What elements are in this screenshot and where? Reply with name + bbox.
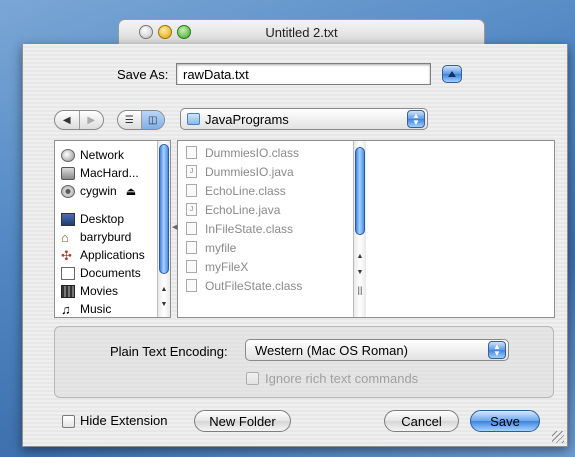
file-browser: DummiesIO.class J DummiesIO.java EchoLine… xyxy=(172,140,555,318)
popup-arrows-icon: ▲ ▼ xyxy=(488,341,506,359)
file-item[interactable]: InFileState.class xyxy=(186,219,293,238)
sidebar-item-barryburd[interactable]: ⌂ barryburd xyxy=(61,228,131,246)
sidebar-item-label: Movies xyxy=(80,284,119,298)
scroll-down-arrow-icon[interactable]: ▼ xyxy=(158,299,170,310)
file-item[interactable]: J DummiesIO.java xyxy=(186,162,294,181)
file-name: DummiesIO.class xyxy=(205,145,300,160)
file-column: DummiesIO.class J DummiesIO.java EchoLine… xyxy=(178,141,368,317)
encoding-popup[interactable]: Western (Mac OS Roman) ▲ ▼ xyxy=(245,339,509,361)
file-name: DummiesIO.java xyxy=(205,164,294,179)
file-name: myfile xyxy=(205,240,237,255)
popup-arrows-icon: ▲ ▼ xyxy=(407,110,425,128)
file-item[interactable]: EchoLine.class xyxy=(186,181,286,200)
class-file-icon xyxy=(186,279,197,292)
sidebar-item-machard[interactable]: MacHard... xyxy=(61,164,139,182)
sidebar-item-applications[interactable]: ✣ Applications xyxy=(61,246,145,264)
sidebar-item-label: Music xyxy=(80,302,112,316)
ignore-rich-text-label: Ignore rich text commands xyxy=(265,371,419,386)
file-item[interactable]: J EchoLine.java xyxy=(186,200,280,219)
sidebar-item-label: Network xyxy=(80,148,125,162)
sidebar-item-label: cygwin xyxy=(80,184,117,198)
hide-extension-label: Hide Extension xyxy=(80,413,168,428)
file-item[interactable]: DummiesIO.class xyxy=(186,143,299,162)
sidebar-scrollbar[interactable]: ▲ ▼ xyxy=(157,141,170,317)
desktop-icon xyxy=(61,212,75,226)
column-divider-arrow-icon: ◀ xyxy=(172,224,178,231)
documents-icon xyxy=(61,266,75,280)
encoding-options-box xyxy=(54,326,554,398)
sidebar-item-cygwin[interactable]: cygwin ⏏ xyxy=(61,182,136,200)
column-resize-handle-icon[interactable]: || xyxy=(354,285,366,296)
network-icon xyxy=(61,148,75,162)
java-file-icon: J xyxy=(186,203,197,216)
sidebar-panel: Network MacHard... cygwin ⏏ Desktop ⌂ ba… xyxy=(54,140,171,318)
triangle-up-icon xyxy=(448,71,456,77)
hide-extension-checkbox[interactable] xyxy=(62,415,75,428)
movies-icon xyxy=(61,284,75,298)
file-name: EchoLine.java xyxy=(205,202,281,217)
new-folder-button[interactable]: New Folder xyxy=(194,410,291,432)
file-scroll-thumb[interactable] xyxy=(355,147,365,235)
scroll-down-arrow-icon[interactable]: ▼ xyxy=(354,267,366,278)
sidebar-scroll-thumb[interactable] xyxy=(159,144,169,274)
class-file-icon xyxy=(186,222,197,235)
sidebar-item-label: MacHard... xyxy=(80,166,139,180)
sidebar-item-label: Documents xyxy=(80,266,141,280)
sidebar-item-label: Desktop xyxy=(80,212,125,226)
sidebar-item-network[interactable]: Network xyxy=(61,146,124,164)
view-mode-control[interactable]: ☰ ◫ xyxy=(117,110,165,130)
encoding-value: Western (Mac OS Roman) xyxy=(255,343,408,358)
class-file-icon xyxy=(186,184,197,197)
back-forward-control[interactable]: ◀ ▶ xyxy=(54,110,104,130)
window-titlebar: Untitled 2.txt xyxy=(118,19,485,46)
save-sheet: Save As: rawData.txt ◀ ▶ ☰ ◫ JavaProgram… xyxy=(22,44,568,447)
eject-icon[interactable]: ⏏ xyxy=(126,185,136,198)
file-name: OutFileState.class xyxy=(205,278,303,293)
scroll-up-arrow-icon[interactable]: ▲ xyxy=(158,284,170,295)
sidebar-item-documents[interactable]: Documents xyxy=(61,264,141,282)
save-as-field[interactable]: rawData.txt xyxy=(176,63,431,85)
music-icon: ♫ xyxy=(61,301,71,317)
hard-drive-icon xyxy=(61,166,75,180)
file-item[interactable]: myfile xyxy=(186,238,236,257)
scroll-up-arrow-icon[interactable]: ▲ xyxy=(354,251,366,262)
sidebar-item-movies[interactable]: Movies xyxy=(61,282,118,300)
file-name: myFileX xyxy=(205,259,249,274)
sidebar-item-desktop[interactable]: Desktop xyxy=(61,210,124,228)
location-popup[interactable]: JavaPrograms ▲ ▼ xyxy=(180,108,428,130)
file-name: EchoLine.class xyxy=(205,183,286,198)
class-file-icon xyxy=(186,146,197,159)
disk-icon xyxy=(61,184,75,198)
sidebar-item-label: Applications xyxy=(80,248,145,262)
cancel-button[interactable]: Cancel xyxy=(384,410,459,432)
file-item[interactable]: OutFileState.class xyxy=(186,276,302,295)
java-file-icon: J xyxy=(186,165,197,178)
back-arrow-icon[interactable]: ◀ xyxy=(55,111,79,129)
home-icon: ⌂ xyxy=(61,229,69,245)
document-file-icon xyxy=(186,241,197,254)
document-file-icon xyxy=(186,260,197,273)
save-as-label: Save As: xyxy=(117,67,169,82)
sidebar-item-music[interactable]: ♫ Music xyxy=(61,300,111,318)
folder-icon xyxy=(187,113,200,125)
applications-icon: ✣ xyxy=(61,247,72,263)
forward-arrow-icon[interactable]: ▶ xyxy=(78,111,104,129)
file-name: InFileState.class xyxy=(205,221,294,236)
file-item[interactable]: myFileX xyxy=(186,257,248,276)
resize-grip-icon[interactable] xyxy=(552,431,564,443)
encoding-label: Plain Text Encoding: xyxy=(110,344,228,359)
list-view-icon[interactable]: ☰ xyxy=(118,111,141,129)
collapse-browser-button[interactable] xyxy=(442,65,462,83)
ignore-rich-text-checkbox[interactable] xyxy=(246,372,259,385)
location-folder-name: JavaPrograms xyxy=(205,112,289,127)
column-view-icon[interactable]: ◫ xyxy=(140,111,164,129)
save-button[interactable]: Save xyxy=(470,410,540,432)
sidebar-item-label: barryburd xyxy=(80,230,132,244)
window-title: Untitled 2.txt xyxy=(265,25,338,40)
file-list-scrollbar[interactable]: ▲ ▼ || xyxy=(353,141,366,317)
